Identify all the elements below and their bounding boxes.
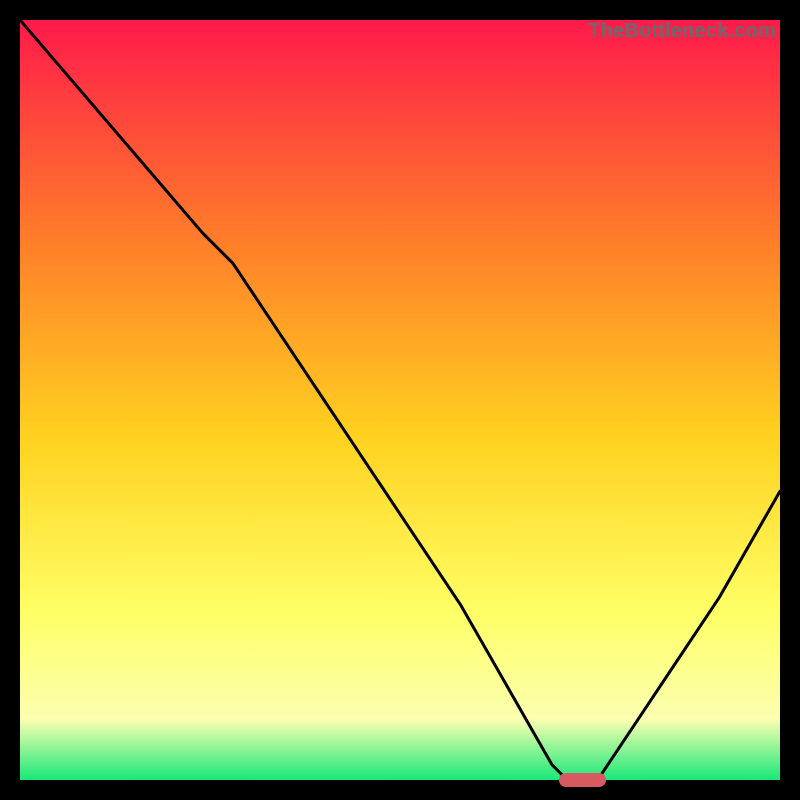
gradient-background [20, 20, 780, 780]
bottleneck-chart [20, 20, 780, 780]
watermark-text: TheBottleneck.com [588, 20, 776, 43]
optimal-point-marker [560, 774, 606, 786]
chart-frame: TheBottleneck.com [20, 20, 780, 780]
